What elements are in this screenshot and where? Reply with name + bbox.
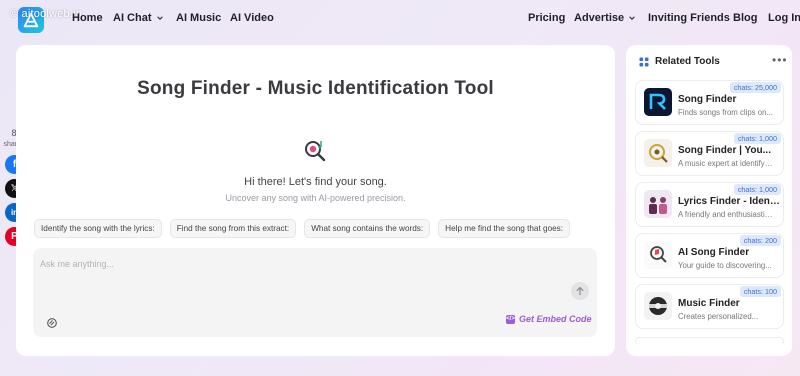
more-options-icon[interactable]: •••	[772, 53, 788, 67]
top-nav: © aitoolweb.in Home AI Chat AI Music AI …	[0, 0, 800, 38]
nav-ai-music[interactable]: AI Music	[176, 12, 221, 24]
page-title: Song Finder - Music Identification Tool	[137, 78, 494, 99]
nav-ai-video-label: AI Video	[230, 12, 274, 24]
greeting-subtitle: Uncover any song with AI-powered precisi…	[225, 193, 406, 203]
tool-card[interactable]: chats: 100 Music Finder Creates personal…	[635, 284, 784, 329]
nav-login-label: Log In	[768, 12, 800, 24]
send-button[interactable]	[571, 282, 589, 300]
tool-thumbnail	[644, 241, 672, 269]
nav-ai-video[interactable]: AI Video	[230, 12, 274, 24]
attachment-icon[interactable]	[46, 317, 58, 329]
tool-thumbnail	[644, 190, 672, 218]
nav-advertise-label: Advertise	[574, 12, 625, 24]
tool-card[interactable]: chats: 200 AI Song Finder Your guide to …	[635, 233, 784, 278]
chevron-down-icon	[156, 16, 163, 20]
chats-badge: chats: 200	[739, 235, 781, 246]
related-tools-title: Related Tools	[655, 56, 720, 67]
tool-name: Music Finder	[678, 298, 740, 309]
song-finder-thumbnail-icon	[644, 88, 672, 116]
music-finder-thumbnail-icon	[644, 292, 672, 320]
nav-blog[interactable]: Blog	[733, 12, 757, 24]
song-finder-you-thumbnail-icon	[644, 139, 672, 167]
nav-home[interactable]: Home	[72, 12, 103, 24]
suggestion-chip[interactable]: Find the song from this extract:	[169, 219, 297, 238]
tool-name: Song Finder | You...	[678, 145, 771, 156]
nav-inviting-friends-label: Inviting Friends	[648, 12, 730, 24]
suggestion-chips: Identify the song with the lyrics: Find …	[34, 219, 571, 238]
tool-thumbnail	[644, 88, 672, 116]
suggestion-chip[interactable]: Help me find the song that goes:	[438, 219, 571, 238]
nav-ai-music-label: AI Music	[176, 12, 222, 24]
tool-description: Finds songs from clips on...	[678, 108, 773, 117]
tool-card[interactable]: chats: 1,000 Lyrics Finder - Identi... A…	[635, 182, 784, 227]
ai-song-finder-thumbnail-icon	[644, 241, 672, 269]
chats-badge: chats: 1,000	[733, 133, 781, 144]
tool-card-partial[interactable]	[635, 337, 784, 345]
chat-composer: </> Get Embed Code	[33, 248, 597, 337]
nav-ai-chat[interactable]: AI Chat	[113, 12, 164, 24]
tool-card[interactable]: chats: 25,000 Song Finder Finds songs fr…	[635, 80, 784, 125]
embed-code-button[interactable]: </> Get Embed Code	[506, 314, 592, 324]
greeting-text: Hi there! Let's find your song.	[244, 176, 387, 188]
tool-name: Song Finder	[678, 94, 737, 105]
chat-panel: Song Finder - Music Identification Tool …	[16, 45, 615, 356]
tool-thumbnail	[644, 292, 672, 320]
tool-thumbnail	[644, 139, 672, 167]
tool-description: Creates personalized...	[678, 312, 759, 321]
code-icon: </>	[506, 314, 515, 324]
nav-blog-label: Blog	[733, 12, 758, 24]
suggestion-chip[interactable]: Identify the song with the lyrics:	[34, 219, 162, 238]
tool-card[interactable]: chats: 1,000 Song Finder | You... A musi…	[635, 131, 784, 176]
grid-icon	[639, 57, 649, 66]
chat-input[interactable]	[40, 256, 560, 272]
arrow-up-icon	[576, 286, 584, 296]
related-tools-header: Related Tools	[639, 56, 720, 67]
nav-pricing-label: Pricing	[528, 12, 566, 24]
chats-badge: chats: 25,000	[729, 82, 781, 93]
nav-ai-chat-label: AI Chat	[113, 12, 152, 24]
nav-login[interactable]: Log In	[768, 12, 800, 24]
nav-advertise[interactable]: Advertise	[574, 12, 636, 24]
nav-inviting-friends[interactable]: Inviting Friends	[648, 12, 730, 24]
related-tools-panel: Related Tools ••• chats: 25,000 Song Fin…	[626, 45, 792, 356]
chats-badge: chats: 100	[739, 286, 781, 297]
embed-code-label: Get Embed Code	[519, 314, 592, 324]
chevron-down-icon	[629, 16, 635, 20]
lyrics-finder-thumbnail-icon	[644, 190, 672, 218]
tool-name: AI Song Finder	[678, 247, 750, 258]
nav-home-label: Home	[72, 12, 103, 24]
tool-description: A music expert at identifying...	[678, 159, 774, 168]
tool-name: Lyrics Finder - Identi...	[678, 196, 782, 207]
nav-pricing[interactable]: Pricing	[528, 12, 565, 24]
tool-description: Your guide to discovering...	[678, 261, 772, 270]
chats-badge: chats: 1,000	[733, 184, 781, 195]
suggestion-chip[interactable]: What song contains the words:	[304, 219, 431, 238]
tool-description: A friendly and enthusiastic...	[678, 210, 774, 219]
song-finder-logo-icon	[305, 141, 326, 162]
